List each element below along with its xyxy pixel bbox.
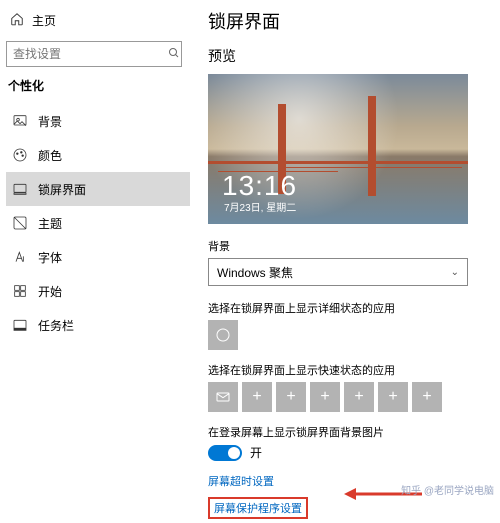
plus-icon: + <box>422 388 431 406</box>
plus-icon: + <box>252 388 261 406</box>
quick-app-add-6[interactable]: + <box>412 382 442 412</box>
quick-app-add-3[interactable]: + <box>310 382 340 412</box>
sidebar-item-taskbar[interactable]: 任务栏 <box>6 308 190 342</box>
page-title: 锁屏界面 <box>208 8 490 34</box>
sidebar-item-label: 主题 <box>38 215 62 232</box>
palette-icon <box>12 147 28 163</box>
sidebar-item-palette[interactable]: 颜色 <box>6 138 190 172</box>
quick-app-row: + + + + + + <box>208 382 490 412</box>
preview-clock: 13:16 <box>222 170 297 202</box>
quick-app-tile-mail[interactable] <box>208 382 238 412</box>
sidebar-item-label: 颜色 <box>38 147 62 164</box>
signin-bg-toggle[interactable] <box>208 445 242 461</box>
plus-icon: + <box>286 388 295 406</box>
sidebar-item-start[interactable]: 开始 <box>6 274 190 308</box>
image-icon <box>12 113 28 129</box>
quick-app-add-1[interactable]: + <box>242 382 272 412</box>
detail-app-tile[interactable] <box>208 320 238 350</box>
theme-icon <box>12 215 28 231</box>
quick-app-add-4[interactable]: + <box>344 382 374 412</box>
background-selected: Windows 聚焦 <box>217 264 293 281</box>
font-icon <box>12 249 28 265</box>
toggle-state-label: 开 <box>250 444 262 461</box>
preview-heading: 预览 <box>208 46 490 66</box>
sidebar-item-theme[interactable]: 主题 <box>6 206 190 240</box>
plus-icon: + <box>320 388 329 406</box>
sidebar-item-label: 背景 <box>38 113 62 130</box>
sidebar-item-image[interactable]: 背景 <box>6 104 190 138</box>
home-icon <box>10 12 24 29</box>
plus-icon: + <box>354 388 363 406</box>
screen-timeout-link[interactable]: 屏幕超时设置 <box>208 473 274 489</box>
watermark: 知乎 @老同学说电脑 <box>401 482 494 497</box>
home-label: 主页 <box>32 12 56 29</box>
background-dropdown[interactable]: Windows 聚焦 ⌄ <box>208 258 468 286</box>
taskbar-icon <box>12 317 28 333</box>
search-input-wrapper[interactable] <box>6 41 182 67</box>
lockscreen-preview: 13:16 7月23日, 星期二 <box>208 74 468 224</box>
signin-bg-label: 在登录屏幕上显示锁屏界面背景图片 <box>208 424 490 440</box>
sidebar-item-lock[interactable]: 锁屏界面 <box>6 172 190 206</box>
start-icon <box>12 283 28 299</box>
sidebar-item-label: 开始 <box>38 283 62 300</box>
sidebar-item-font[interactable]: 字体 <box>6 240 190 274</box>
section-title: 个性化 <box>8 77 190 94</box>
chevron-down-icon: ⌄ <box>451 267 459 278</box>
lock-icon <box>12 181 28 197</box>
screen-saver-link[interactable]: 屏幕保护程序设置 <box>208 497 308 519</box>
search-icon <box>168 47 180 62</box>
quick-app-add-5[interactable]: + <box>378 382 408 412</box>
preview-date: 7月23日, 星期二 <box>224 199 296 214</box>
sidebar-item-label: 锁屏界面 <box>38 181 86 198</box>
search-input[interactable] <box>13 47 168 61</box>
detail-app-label: 选择在锁屏界面上显示详细状态的应用 <box>208 300 490 316</box>
home-link[interactable]: 主页 <box>6 6 190 35</box>
sidebar-item-label: 字体 <box>38 249 62 266</box>
sidebar-item-label: 任务栏 <box>38 317 74 334</box>
background-label: 背景 <box>208 238 490 254</box>
plus-icon: + <box>388 388 397 406</box>
quick-app-add-2[interactable]: + <box>276 382 306 412</box>
quick-app-label: 选择在锁屏界面上显示快速状态的应用 <box>208 362 490 378</box>
